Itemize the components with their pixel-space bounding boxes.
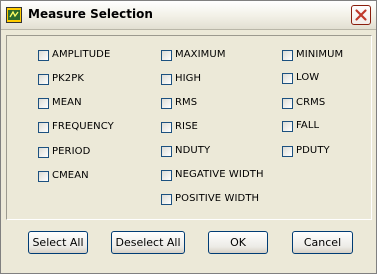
checkbox-box[interactable] bbox=[282, 146, 293, 157]
checkbox-box[interactable] bbox=[282, 121, 293, 132]
checkbox-box[interactable] bbox=[161, 74, 172, 85]
checkbox-box[interactable] bbox=[38, 98, 49, 109]
checkbox-label: POSITIVE WIDTH bbox=[175, 193, 260, 204]
checkbox-box[interactable] bbox=[38, 50, 49, 61]
ok-button[interactable]: OK bbox=[208, 231, 268, 254]
deselect-all-button[interactable]: Deselect All bbox=[111, 231, 185, 254]
close-button[interactable] bbox=[351, 5, 371, 25]
checkbox-label: NDUTY bbox=[175, 145, 211, 156]
dialog-window: Measure Selection AMPLITUDE PK2PK MEAN F… bbox=[0, 0, 377, 274]
checkbox-box[interactable] bbox=[38, 147, 49, 158]
checkbox-label: PDUTY bbox=[296, 145, 330, 156]
checkbox-box[interactable] bbox=[161, 170, 172, 181]
checkbox-box[interactable] bbox=[282, 98, 293, 109]
checkbox-label: MAXIMUM bbox=[175, 49, 226, 60]
close-icon bbox=[355, 9, 367, 21]
checkbox-label: PERIOD bbox=[52, 146, 91, 157]
checkbox-box[interactable] bbox=[38, 171, 49, 182]
checkbox-label: HIGH bbox=[175, 73, 202, 84]
select-all-button[interactable]: Select All bbox=[28, 231, 88, 254]
checkbox-label: AMPLITUDE bbox=[52, 49, 111, 60]
checkbox-box[interactable] bbox=[161, 122, 172, 133]
checkbox-label: NEGATIVE WIDTH bbox=[175, 169, 264, 180]
checkbox-box[interactable] bbox=[161, 98, 172, 109]
cancel-button[interactable]: Cancel bbox=[292, 231, 353, 254]
checkbox-label: RMS bbox=[175, 97, 198, 108]
checkbox-box[interactable] bbox=[38, 122, 49, 133]
checkbox-label: CMEAN bbox=[52, 170, 89, 181]
checkbox-box[interactable] bbox=[161, 194, 172, 205]
checkbox-label: RISE bbox=[175, 121, 198, 132]
checkbox-box[interactable] bbox=[38, 74, 49, 85]
checkbox-label: MEAN bbox=[52, 97, 82, 108]
title-bar[interactable]: Measure Selection bbox=[1, 1, 376, 30]
checkbox-label: LOW bbox=[296, 72, 320, 83]
checkbox-label: MINIMUM bbox=[296, 49, 344, 60]
checkbox-label: FREQUENCY bbox=[52, 121, 114, 132]
app-icon bbox=[6, 7, 22, 23]
checkbox-box[interactable] bbox=[282, 50, 293, 61]
checkbox-label: PK2PK bbox=[52, 73, 85, 84]
checkbox-label: CRMS bbox=[296, 97, 326, 108]
checkbox-box[interactable] bbox=[282, 73, 293, 84]
window-title: Measure Selection bbox=[28, 7, 153, 21]
checkbox-label: FALL bbox=[296, 120, 320, 131]
checkbox-box[interactable] bbox=[161, 146, 172, 157]
checkbox-box[interactable] bbox=[161, 50, 172, 61]
